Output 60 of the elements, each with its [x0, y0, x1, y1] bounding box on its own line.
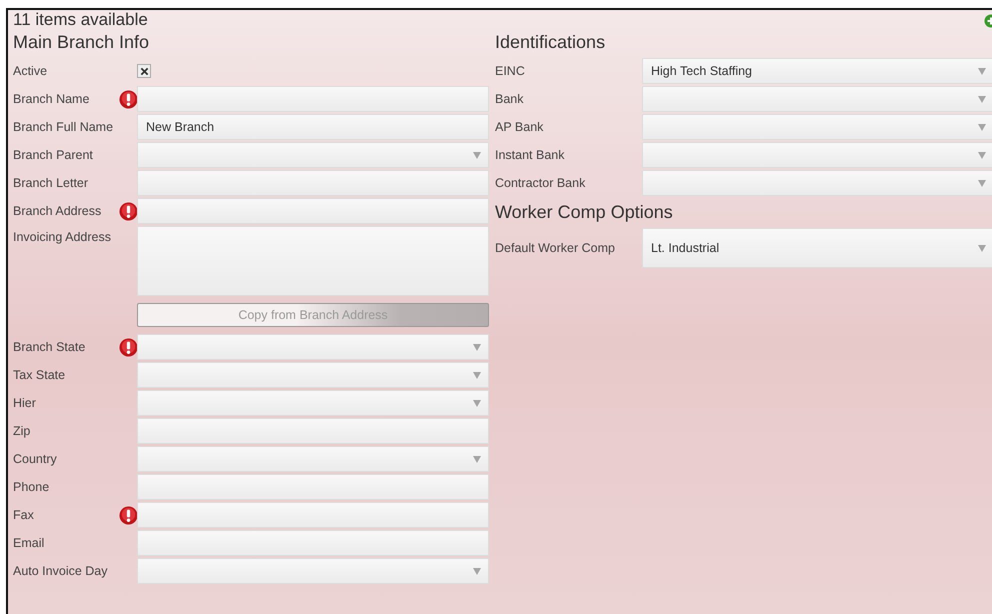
section-heading: Main Branch Info — [13, 32, 150, 52]
checkbox[interactable] — [137, 64, 151, 78]
text-field[interactable] — [137, 170, 489, 196]
text-field[interactable] — [137, 86, 489, 112]
field-label: Default Worker Comp — [495, 241, 615, 255]
dropdown-arrow-icon — [473, 456, 481, 462]
text-field[interactable] — [137, 418, 489, 444]
text-field[interactable] — [137, 530, 489, 556]
field-label: AP Bank — [495, 120, 544, 134]
field-label: Branch Letter — [13, 176, 88, 190]
dropdown[interactable] — [642, 86, 992, 112]
dropdown-arrow-icon — [978, 180, 986, 186]
field-label: Zip — [13, 424, 30, 438]
dropdown[interactable] — [642, 170, 992, 196]
section-heading: Worker Comp Options — [495, 202, 674, 222]
items-count: 11 items available — [13, 10, 148, 30]
field-label: Tax State — [13, 368, 66, 382]
field-label: Auto Invoice Day — [13, 564, 108, 578]
text-area[interactable] — [137, 226, 489, 296]
dropdown-arrow-icon — [978, 68, 986, 74]
field-label: EINC — [495, 64, 525, 78]
field-label: Branch Address — [13, 204, 102, 218]
dropdown[interactable] — [137, 390, 489, 416]
dropdown[interactable] — [137, 558, 489, 584]
field-label: Branch Name — [13, 92, 90, 106]
field-label: Branch State — [13, 340, 86, 354]
field-label: Contractor Bank — [495, 176, 586, 190]
field-label: Invoicing Address — [13, 230, 111, 244]
dropdown[interactable] — [137, 334, 489, 360]
dropdown-arrow-icon — [473, 400, 481, 406]
field-label: Hier — [13, 396, 36, 410]
dropdown-arrow-icon — [978, 124, 986, 130]
field-label: Fax — [13, 508, 34, 522]
dropdown-arrow-icon — [473, 152, 481, 158]
field-label: Branch Full Name — [13, 120, 114, 134]
dropdown-arrow-icon — [473, 372, 481, 378]
field-label: Phone — [13, 480, 50, 494]
field-label: Country — [13, 452, 57, 466]
dropdown[interactable]: High Tech Staffing — [642, 58, 992, 84]
dropdown[interactable] — [642, 114, 992, 140]
dropdown[interactable]: Lt. Industrial — [642, 228, 992, 268]
text-field[interactable] — [137, 474, 489, 500]
dropdown[interactable] — [137, 446, 489, 472]
dropdown-arrow-icon — [473, 344, 481, 350]
dropdown[interactable] — [137, 142, 489, 168]
text-field[interactable]: New Branch — [137, 114, 489, 140]
dropdown-arrow-icon — [978, 152, 986, 158]
dropdown-arrow-icon — [978, 244, 986, 252]
text-field[interactable] — [137, 198, 489, 224]
section-heading: Identifications — [495, 32, 606, 52]
dropdown-arrow-icon — [473, 568, 481, 574]
dropdown[interactable] — [137, 362, 489, 388]
field-label: Email — [13, 536, 44, 550]
dropdown-arrow-icon — [978, 96, 986, 102]
field-label: Instant Bank — [495, 148, 564, 162]
field-label: Branch Parent — [13, 148, 93, 162]
text-field[interactable] — [137, 502, 489, 528]
field-label: Active — [13, 64, 48, 78]
dropdown[interactable] — [642, 142, 992, 168]
field-label: Bank — [495, 92, 524, 106]
